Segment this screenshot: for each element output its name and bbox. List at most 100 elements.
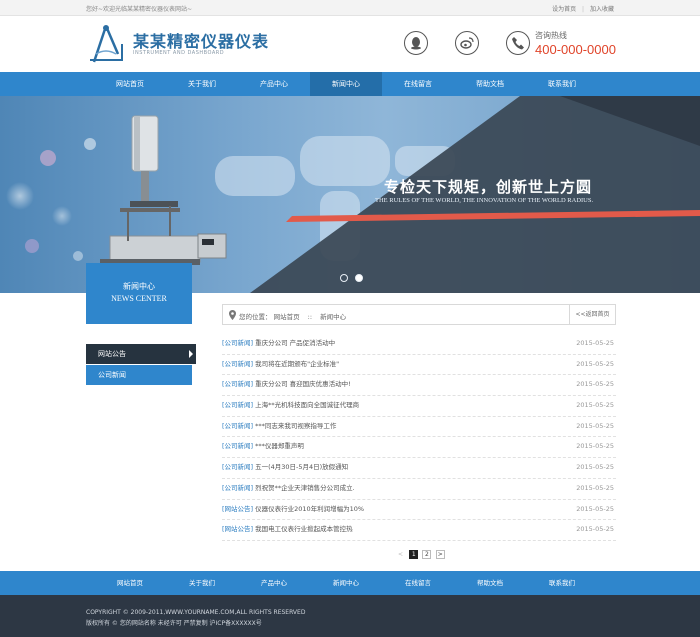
banner-slogan-en: THE RULES OF THE WORLD, THE INNOVATION O… — [375, 197, 594, 204]
location-pin-icon — [229, 310, 236, 320]
back-home-button[interactable]: <<返回首页 — [569, 305, 615, 324]
list-item[interactable]: [网站公告] 我国电工仪表行业掀起成本管控热 2015-05-25 — [222, 520, 616, 541]
news-category[interactable]: [公司新闻] — [222, 380, 253, 388]
news-title[interactable]: 上海**光机科技面向全国诚征代理商 — [255, 401, 359, 409]
footer-nav: 网站首页 关于我们 产品中心 新闻中心 在线留言 帮助文档 联系我们 — [0, 571, 700, 595]
news-date: 2015-05-25 — [576, 380, 614, 389]
nav-item-news[interactable]: 新闻中心 — [310, 72, 382, 96]
news-date: 2015-05-25 — [576, 504, 614, 513]
news-title[interactable]: 烈祝贺**企业天津销售分公司成立. — [255, 484, 355, 492]
footer-nav-message[interactable]: 在线留言 — [382, 571, 454, 595]
footer-nav-about[interactable]: 关于我们 — [166, 571, 238, 595]
add-favorite-link[interactable]: 加入收藏 — [590, 6, 614, 13]
news-center-heading: 新闻中心 NEWS CENTER — [86, 263, 192, 324]
breadcrumb-current: 新闻中心 — [320, 313, 347, 321]
news-category[interactable]: [公司新闻] — [222, 463, 253, 471]
logo-title: 某某精密仪器仪表 — [133, 32, 270, 51]
nav-item-help[interactable]: 帮助文档 — [454, 72, 526, 96]
logo-subtitle: INSTRUMENT AND DASHBOARD — [133, 50, 225, 56]
sidebar-item-company-news[interactable]: 公司新闻 — [86, 365, 192, 385]
top-links: 设为首页 | 加入收藏 — [548, 4, 614, 13]
list-item[interactable]: [公司新闻] ***仪器郑重声明 2015-05-25 — [222, 437, 616, 459]
news-category[interactable]: [公司新闻] — [222, 484, 253, 492]
news-title[interactable]: ***同志来我司视察指导工作 — [255, 422, 336, 430]
list-item[interactable]: [公司新闻] 重庆分公司 产品促消活动中 2015-05-25 — [222, 334, 616, 355]
news-date: 2015-05-25 — [576, 359, 614, 368]
breadcrumb-home[interactable]: 网站首页 — [274, 313, 300, 321]
news-date: 2015-05-25 — [576, 483, 614, 492]
nav-item-about[interactable]: 关于我们 — [166, 72, 238, 96]
news-list: [公司新闻] 重庆分公司 产品促消活动中 2015-05-25 [公司新闻] 我司将在… — [222, 334, 616, 541]
nav-item-home[interactable]: 网站首页 — [94, 72, 166, 96]
list-item[interactable]: [公司新闻] ***同志来我司视察指导工作 2015-05-25 — [222, 417, 616, 438]
set-home-link[interactable]: 设为首页 — [552, 6, 576, 13]
page-1-button[interactable]: 1 — [409, 550, 419, 559]
breadcrumb-text: 您的位置： 网站首页 :: 新闻中心 — [239, 311, 346, 321]
list-item[interactable]: [公司新闻] 烈祝贺**企业天津销售分公司成立. 2015-05-25 — [222, 479, 616, 500]
top-bar: 您好~欢迎光临某某精密仪器仪表网站~ 设为首页 | 加入收藏 — [0, 0, 700, 16]
news-category[interactable]: [公司新闻] — [222, 339, 253, 347]
news-center-title-en: NEWS CENTER — [111, 294, 167, 303]
compass-logo-icon[interactable] — [86, 24, 126, 66]
list-item[interactable]: [公司新闻] 重庆分公司 喜迎国庆优惠活动中! 2015-05-25 — [222, 375, 616, 397]
list-item[interactable]: [公司新闻] 五一(4月30日-5月4日)放假通知 2015-05-25 — [222, 458, 616, 479]
news-category[interactable]: [公司新闻] — [222, 442, 253, 450]
weibo-icon[interactable] — [455, 31, 479, 55]
sidebar-item-announcements[interactable]: 网站公告 — [86, 344, 196, 364]
main-nav: 网站首页 关于我们 产品中心 新闻中心 在线留言 帮助文档 联系我们 — [0, 72, 700, 96]
chevron-right-icon — [189, 350, 193, 358]
next-page-button[interactable]: > — [435, 550, 445, 559]
news-date: 2015-05-25 — [576, 463, 614, 472]
news-date: 2015-05-25 — [576, 442, 614, 451]
hotline-label: 咨询热线 — [535, 31, 567, 40]
sidebar-item-label: 网站公告 — [98, 350, 126, 358]
welcome-text: 您好~欢迎光临某某精密仪器仪表网站~ — [86, 6, 193, 13]
footer-nav-products[interactable]: 产品中心 — [238, 571, 310, 595]
news-category[interactable]: [公司新闻] — [222, 360, 253, 368]
news-title[interactable]: ***仪器郑重声明 — [255, 442, 304, 450]
news-title[interactable]: 我司将在近期颁布"企业标准" — [255, 360, 339, 368]
news-title[interactable]: 我国电工仪表行业掀起成本管控热 — [255, 525, 353, 533]
news-date: 2015-05-25 — [576, 421, 614, 430]
news-date: 2015-05-25 — [576, 401, 614, 410]
top-links-separator: | — [582, 6, 585, 13]
banner-slogan: 专检天下规矩，创新世上方圆 — [384, 178, 593, 196]
breadcrumb-prefix: 您的位置： — [239, 313, 272, 321]
footer-copyright: COPYRIGHT © 2009-2011,WWW.YOURNAME.COM,A… — [86, 609, 306, 616]
hotline-number[interactable]: 400-000-0000 — [535, 42, 616, 57]
site-header: 某某精密仪器仪表 INSTRUMENT AND DASHBOARD 咨询热线 4… — [0, 16, 700, 72]
prev-page-button[interactable]: < — [396, 550, 405, 559]
news-title[interactable]: 重庆分公司 产品促消活动中 — [255, 339, 335, 347]
banner-dot-2[interactable] — [355, 274, 363, 282]
list-item[interactable]: [公司新闻] 上海**光机科技面向全国诚征代理商 2015-05-25 — [222, 396, 616, 417]
banner-dot-1[interactable] — [340, 274, 348, 282]
news-category[interactable]: [网站公告] — [222, 505, 253, 513]
news-title[interactable]: 五一(4月30日-5月4日)放假通知 — [255, 463, 348, 471]
sidebar-item-label: 公司新闻 — [98, 371, 126, 379]
footer-nav-news[interactable]: 新闻中心 — [310, 571, 382, 595]
footer-nav-help[interactable]: 帮助文档 — [454, 571, 526, 595]
nav-item-products[interactable]: 产品中心 — [238, 72, 310, 96]
list-item[interactable]: [网站公告] 仪器仪表行业2010年利润增幅为10% 2015-05-25 — [222, 500, 616, 521]
news-title[interactable]: 重庆分公司 喜迎国庆优惠活动中! — [255, 380, 351, 388]
footer-icp: 版权所有 © 您的网站名称 未经许可 严禁复制 沪ICP备XXXXXX号 — [86, 620, 262, 627]
phone-icon[interactable] — [506, 31, 530, 55]
footer-nav-contact[interactable]: 联系我们 — [526, 571, 598, 595]
news-category[interactable]: [公司新闻] — [222, 401, 253, 409]
news-date: 2015-05-25 — [576, 339, 614, 347]
nav-item-contact[interactable]: 联系我们 — [526, 72, 598, 96]
pagination: < 1 2 > — [396, 550, 447, 560]
page-2-button[interactable]: 2 — [422, 550, 432, 559]
sidebar-menu: 网站公告 公司新闻 — [86, 344, 196, 386]
news-category[interactable]: [公司新闻] — [222, 422, 253, 430]
news-center-title: 新闻中心 — [123, 282, 155, 291]
site-footer: COPYRIGHT © 2009-2011,WWW.YOURNAME.COM,A… — [0, 595, 700, 637]
list-item[interactable]: [公司新闻] 我司将在近期颁布"企业标准" 2015-05-25 — [222, 355, 616, 376]
footer-nav-home[interactable]: 网站首页 — [94, 571, 166, 595]
news-category[interactable]: [网站公告] — [222, 525, 253, 533]
breadcrumb-separator: :: — [307, 313, 313, 321]
qq-penguin-icon[interactable] — [404, 31, 428, 55]
news-title[interactable]: 仪器仪表行业2010年利润增幅为10% — [255, 505, 364, 513]
breadcrumb: 您的位置： 网站首页 :: 新闻中心 <<返回首页 — [222, 304, 616, 325]
nav-item-message[interactable]: 在线留言 — [382, 72, 454, 96]
